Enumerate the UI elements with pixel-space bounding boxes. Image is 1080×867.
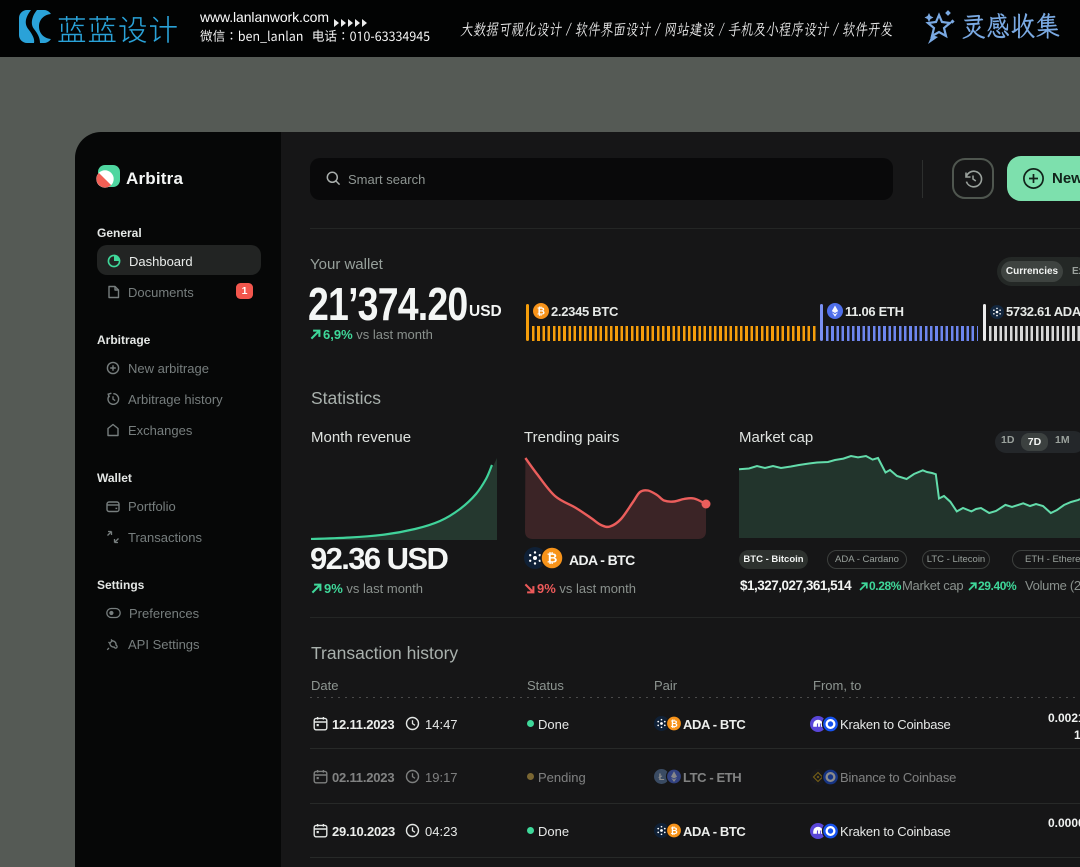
svg-text:₿: ₿: [670, 826, 677, 836]
svg-text:₿: ₿: [537, 306, 545, 318]
svg-text:Ł: Ł: [659, 772, 665, 783]
svg-text:₿: ₿: [547, 551, 558, 566]
svg-text:₿: ₿: [670, 719, 677, 729]
